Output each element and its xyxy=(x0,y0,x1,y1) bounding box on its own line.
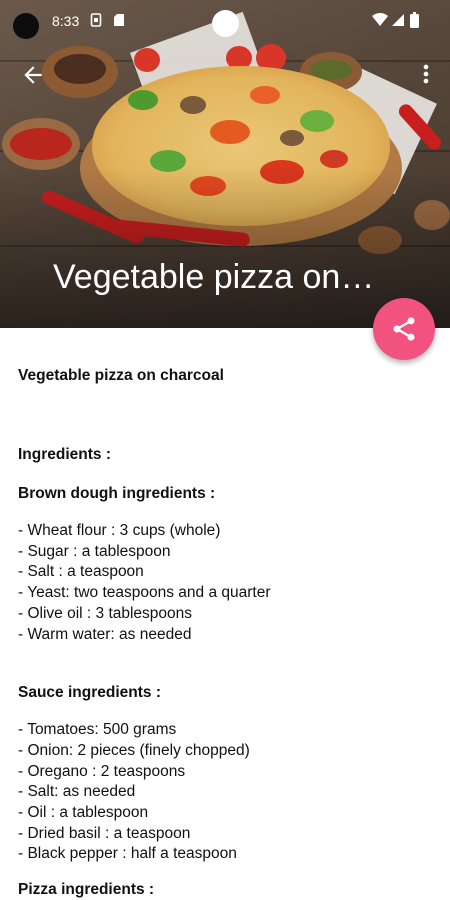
wifi-icon xyxy=(372,13,388,26)
share-button[interactable] xyxy=(373,298,435,360)
ingredient-item: - Oregano : 2 teaspoons xyxy=(18,762,186,780)
ingredient-item: - Salt: as needed xyxy=(18,783,136,801)
camera-cutout xyxy=(13,13,39,39)
share-icon xyxy=(393,317,415,341)
sd-card-icon xyxy=(114,14,124,26)
ingredient-item: - Tomatoes: 500 grams xyxy=(18,721,177,739)
front-camera xyxy=(212,10,239,37)
status-time: 8:33 xyxy=(52,13,80,29)
ingredient-item: - Black pepper : half a teaspoon xyxy=(18,845,237,863)
ingredient-item: - Yeast: two teaspoons and a quarter xyxy=(18,584,271,602)
section-heading: Brown dough ingredients : xyxy=(18,485,216,502)
status-bar: 8:33 xyxy=(0,0,450,42)
more-options-button[interactable] xyxy=(412,60,440,90)
ingredient-item: - Oil : a tablespoon xyxy=(18,804,149,822)
ingredients-heading: Ingredients : xyxy=(18,446,112,463)
signal-icon xyxy=(392,14,404,26)
arrow-back-icon xyxy=(24,66,42,84)
section-heading: Pizza ingredients : xyxy=(18,881,155,899)
collapsing-toolbar-title: Vegetable pizza on charcoal xyxy=(53,258,383,296)
ingredient-item: - Olive oil : 3 tablespoons xyxy=(18,604,193,622)
ingredient-item: - Sugar : a tablespoon xyxy=(18,542,171,560)
ingredient-item: - Onion: 2 pieces (finely chopped) xyxy=(18,741,250,759)
ingredient-item: - Wheat flour : 3 cups (whole) xyxy=(18,522,221,539)
section-heading: Sauce ingredients : xyxy=(18,684,161,702)
recipe-title: Vegetable pizza on charcoal xyxy=(18,367,224,384)
sim-icon xyxy=(90,13,102,27)
recipe-content: Vegetable pizza on charcoal Ingredients … xyxy=(18,366,438,900)
ingredient-item: - Dried basil : a teaspoon xyxy=(18,824,191,842)
ingredient-item: - Salt : a teaspoon xyxy=(18,563,144,581)
ingredient-item: - Warm water: as needed xyxy=(18,625,192,643)
back-button[interactable] xyxy=(14,60,50,90)
battery-icon xyxy=(410,12,419,28)
more-vert-icon xyxy=(423,64,429,84)
